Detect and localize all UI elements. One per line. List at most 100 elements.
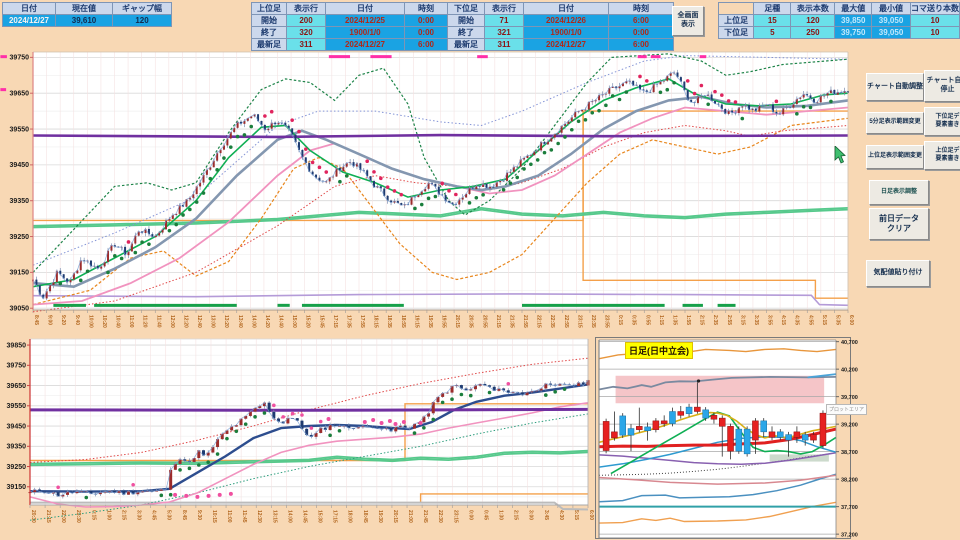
chart-auto-adjust-button[interactable]: チャート自動調整 (866, 73, 924, 101)
x-tick-label: 23:55 (604, 315, 610, 328)
header-cell: 71 (484, 14, 524, 27)
x-tick-label: 3:00 (528, 510, 534, 520)
x-tick-label: 9:30 (196, 510, 202, 520)
chart-auto-stop-button[interactable]: チャート自動 停止 (924, 70, 960, 102)
x-tick-label: 12:40 (196, 315, 202, 328)
x-tick-label: 15:00 (291, 315, 297, 328)
header-cell: 表示行 (484, 2, 524, 15)
x-tick-label: 13:00 (210, 315, 216, 328)
chart-15min: 20:30 21:15 22:00 23:30 0:15 1:00 2:15 3:30 4:45… (7, 338, 594, 523)
x-tick-label: 2:55 (726, 315, 732, 325)
x-tick-label: 9:20 (60, 315, 66, 325)
prev-day-data-clear-button[interactable]: 前日データ クリア (869, 208, 929, 240)
header-cell: 上位足 (251, 2, 287, 15)
header-cell: 321 (484, 26, 524, 39)
y-tick-label: 39550 (10, 126, 30, 133)
x-tick-label: 19:35 (427, 315, 433, 328)
x-tick-label: 17:15 (332, 315, 338, 328)
range-change-upper-button[interactable]: 上位足表示範囲変更 (866, 145, 924, 169)
lower-bar-rewrite-button[interactable]: 下位足デ 要素書き (924, 107, 960, 136)
header-cell: 320 (286, 26, 326, 39)
x-tick-label: 4:30 (558, 510, 564, 520)
x-tick-label: 19:30 (377, 510, 383, 523)
x-tick-label: 18:35 (386, 315, 392, 328)
x-tick-label: 6:00 (848, 315, 854, 325)
x-tick-label: 13:15 (271, 510, 277, 523)
x-tick-label: 11:00 (128, 315, 134, 328)
x-tick-label: 14:40 (278, 315, 284, 328)
header-cell: 15 (753, 14, 792, 27)
header-cell: 2024/12/26 (523, 14, 609, 27)
x-tick-label: 1:35 (671, 315, 677, 325)
x-tick-label: 19:15 (413, 315, 419, 328)
x-tick-label: 0:55 (644, 315, 650, 325)
x-tick-label: 21:15 (495, 315, 501, 328)
header-cell: 2024/12/27 (523, 38, 609, 51)
header-cell: 開始 (251, 14, 287, 27)
x-tick-label: 5:30 (166, 510, 172, 520)
header-cell: 2024/12/27 (325, 38, 405, 51)
chart-layer: 8:45 9:00 9:20 9:40 10:00 10:20 10:40 11:00 11:2… (0, 51, 858, 539)
x-tick-label: 5:15 (573, 510, 579, 520)
mouse-cursor (834, 146, 846, 164)
y-tick-label: 40,200 (841, 367, 858, 373)
x-tick-label: 15:30 (317, 510, 323, 523)
range-change-5min-button[interactable]: 5分足表示範囲変更 (866, 112, 924, 134)
x-tick-label: 22:55 (563, 315, 569, 328)
header-cell: 上位足 (717, 14, 755, 27)
header-cell: ギャップ幅 (112, 2, 172, 15)
header-cell: 2024/12/27 (2, 14, 56, 27)
x-tick-label: 20:55 (481, 315, 487, 328)
x-tick-label: 5:15 (821, 315, 827, 325)
header-cell: 表示行 (286, 2, 326, 15)
header-cell: 311 (484, 38, 524, 51)
x-tick-label: 21:35 (508, 315, 514, 328)
header-cell: コマ送り本数 (909, 2, 960, 15)
x-tick-label: 17:15 (332, 510, 338, 523)
upper-bar-rewrite-button[interactable]: 上位足デ 要素書き (924, 141, 960, 170)
x-tick-label: 10:15 (211, 510, 217, 523)
x-tick-label: 23:15 (576, 315, 582, 328)
header-cell: 時刻 (404, 2, 448, 15)
header-cell: 1900/1/0 (523, 26, 609, 39)
x-tick-label: 11:00 (226, 510, 232, 523)
x-tick-label: 0:45 (482, 510, 488, 520)
x-tick-label: 22:30 (437, 510, 443, 523)
x-tick-label: 1:30 (498, 510, 504, 520)
x-tick-label: 3:35 (753, 315, 759, 325)
x-tick-label: 18:55 (400, 315, 406, 328)
y-tick-label: 37,700 (841, 505, 858, 511)
header-cell: 最新足 (251, 38, 287, 51)
x-tick-label: 3:45 (543, 510, 549, 520)
x-tick-label: 13:20 (223, 315, 229, 328)
x-tick-label: 1:55 (685, 315, 691, 325)
header-cell: 6:00 (608, 38, 674, 51)
header-cell: 下位足 (447, 2, 485, 15)
header-cell: 10 (909, 26, 960, 39)
x-tick-label: 9:40 (74, 315, 80, 325)
y-tick-label: 39650 (10, 91, 30, 98)
fullscreen-button[interactable]: 全画面 表示 (672, 6, 704, 36)
x-tick-label: 11:45 (241, 510, 247, 523)
x-tick-label: 14:45 (302, 510, 308, 523)
x-tick-label: 17:55 (359, 315, 365, 328)
y-tick-label: 39850 (7, 342, 27, 349)
daily-display-adjust-button[interactable]: 日足表示調整 (869, 180, 929, 205)
x-tick-label: 18:00 (347, 510, 353, 523)
header-cell: 0:00 (404, 14, 448, 27)
x-tick-label: 3:55 (767, 315, 773, 325)
header-cell: 250 (790, 26, 836, 39)
x-tick-label: 9:00 (47, 315, 53, 325)
y-tick-label: 39150 (7, 484, 27, 491)
timeframe-range-table: 上位足 表示行 日付 時刻 下位足 表示行 日付 時刻 開始 200 2024/12/25 0:00 開… (251, 2, 674, 51)
x-tick-label: 15:20 (305, 315, 311, 328)
x-tick-label: 20:35 (468, 315, 474, 328)
x-tick-label: 20:30 (30, 510, 36, 523)
header-cell: 最大値 (834, 2, 873, 15)
x-tick-label: 13:40 (237, 315, 243, 328)
header-cell: 日付 (2, 2, 56, 15)
y-tick-label: 39050 (10, 306, 30, 313)
x-tick-label: 21:55 (522, 315, 528, 328)
x-tick-label: 4:55 (807, 315, 813, 325)
quote-paste-button[interactable]: 気配値貼り付け (866, 260, 930, 287)
